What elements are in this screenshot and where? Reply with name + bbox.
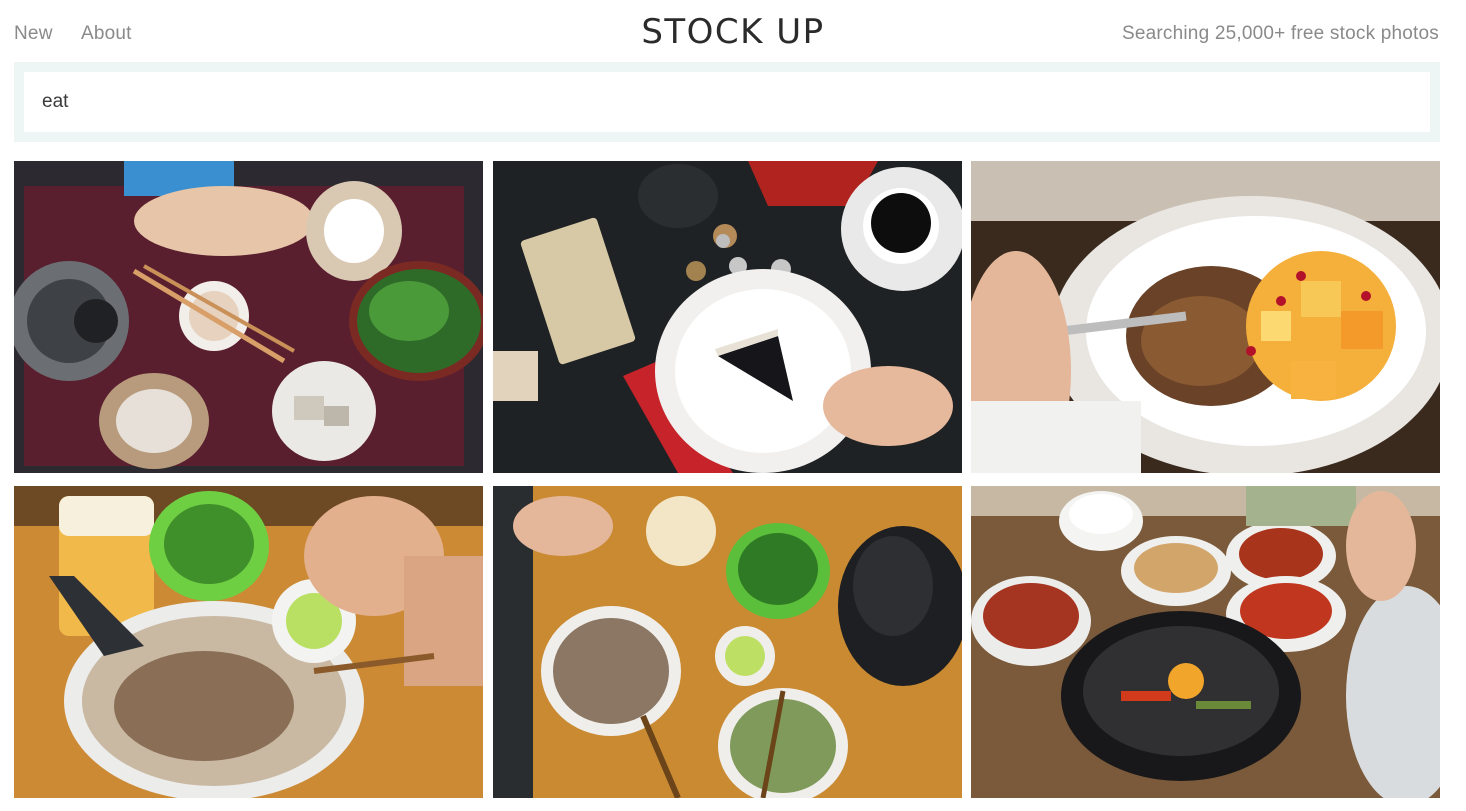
search-container — [14, 62, 1440, 142]
photo-tile[interactable] — [14, 486, 483, 798]
site-header: New About STOCK UP Searching 25,000+ fre… — [0, 0, 1466, 62]
photo-tile[interactable] — [14, 161, 483, 473]
photo-tile[interactable] — [971, 486, 1440, 798]
photo-pho-table — [493, 486, 962, 798]
photo-pho-beer — [14, 486, 483, 798]
search-input[interactable] — [24, 72, 1430, 132]
photo-granola-bowl — [971, 161, 1440, 473]
photo-tile[interactable] — [971, 161, 1440, 473]
photo-bibimbap — [971, 486, 1440, 798]
photo-cake-coffee — [493, 161, 962, 473]
photo-coconut-herbs — [14, 161, 483, 473]
site-tagline: Searching 25,000+ free stock photos — [1121, 23, 1439, 44]
photo-tile[interactable] — [493, 486, 962, 798]
photo-tile[interactable] — [493, 161, 962, 473]
